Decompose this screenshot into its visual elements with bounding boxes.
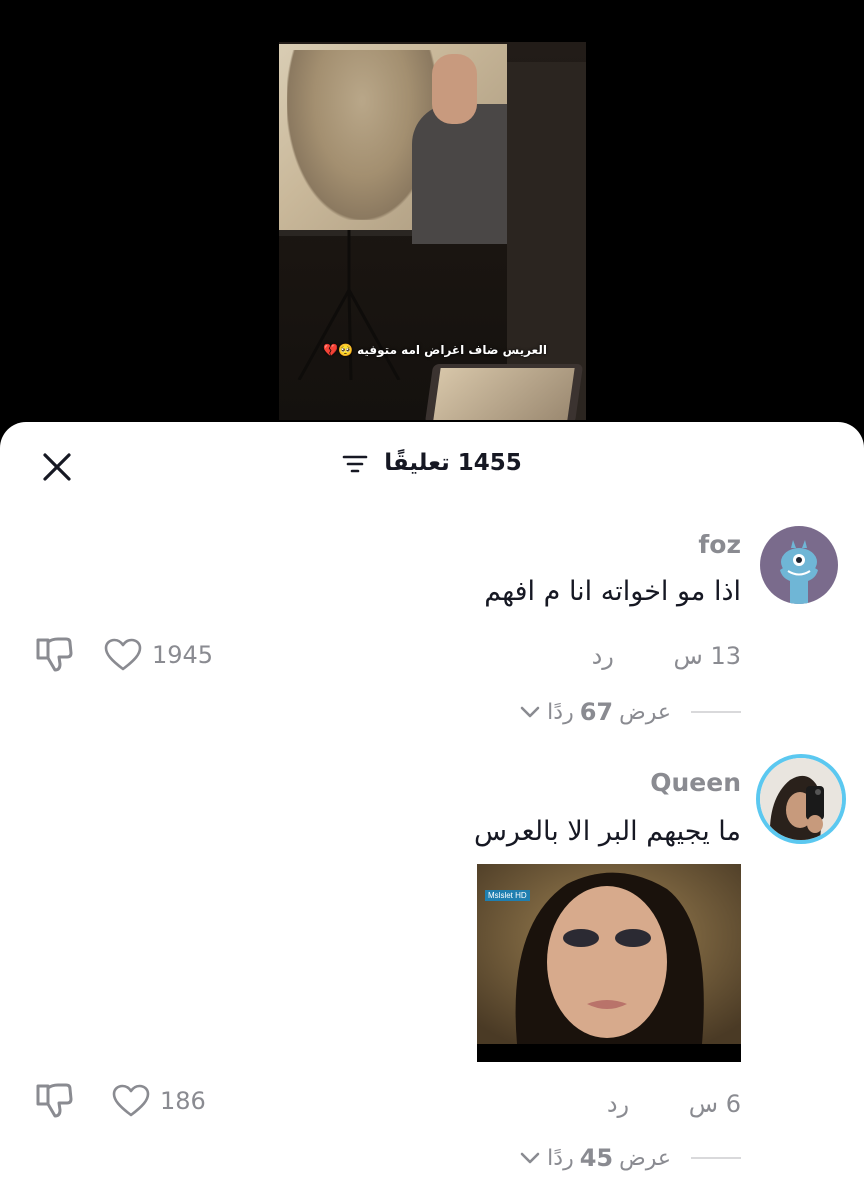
comment-count-label: تعليقًا: [384, 450, 450, 476]
video-player[interactable]: [279, 42, 586, 420]
reply-button[interactable]: رد: [592, 642, 614, 670]
like-button[interactable]: 1945: [104, 638, 213, 672]
tripod-image: [297, 230, 401, 380]
comment-text: ما يجيهم البر الا بالعرس: [473, 816, 741, 847]
chevron-down-icon: [520, 1152, 540, 1164]
gif-watermark: Mslslet HD: [485, 890, 530, 901]
comment-username[interactable]: Queen: [650, 768, 741, 797]
comment-meta: 6 س رد: [607, 1090, 741, 1118]
filter-icon[interactable]: [342, 453, 368, 475]
view-replies-count: 45: [579, 1144, 614, 1172]
view-replies-suffix: ردًا: [547, 1145, 574, 1171]
video-caption: العريس ضاف اغراض امه متوفيه 🥺💔: [323, 343, 547, 357]
thumbs-down-icon[interactable]: [34, 634, 74, 674]
chevron-down-icon: [520, 706, 540, 718]
heart-icon: [112, 1084, 150, 1117]
comment-time: 6 س: [688, 1090, 741, 1118]
reply-button[interactable]: رد: [607, 1090, 629, 1118]
like-count: 186: [160, 1087, 206, 1115]
thumbs-down-icon[interactable]: [34, 1080, 74, 1120]
like-button[interactable]: 186: [112, 1084, 206, 1118]
view-replies-button[interactable]: عرض 45 ردًا: [519, 1144, 741, 1172]
avatar[interactable]: [756, 754, 846, 844]
view-replies-count: 67: [579, 698, 614, 726]
comment-username[interactable]: foz: [698, 530, 741, 559]
heart-icon: [104, 638, 142, 671]
comments-header: 1455 تعليقًا: [0, 450, 864, 476]
avatar[interactable]: [760, 526, 838, 604]
like-count: 1945: [152, 641, 214, 669]
comment-count: 1455: [457, 450, 522, 476]
view-replies-prefix: عرض: [619, 699, 671, 725]
laptop-image: [424, 364, 584, 420]
monster-avatar-icon: [780, 540, 818, 604]
comment-time: 13 س: [673, 642, 741, 670]
comment-text: اذا مو اخواته انا م افهم: [484, 576, 741, 607]
comment-meta: 13 س رد: [592, 642, 741, 670]
comments-sheet: 1455 تعليقًا foz اذا مو اخواته انا م افه…: [0, 422, 864, 1200]
view-replies-prefix: عرض: [619, 1145, 671, 1171]
projector-screen: [279, 44, 507, 244]
view-replies-suffix: ردًا: [547, 699, 574, 725]
selfie-avatar-icon: [760, 758, 842, 840]
view-replies-button[interactable]: عرض 67 ردًا: [519, 698, 741, 726]
comment-gif[interactable]: Mslslet HD: [477, 864, 741, 1062]
